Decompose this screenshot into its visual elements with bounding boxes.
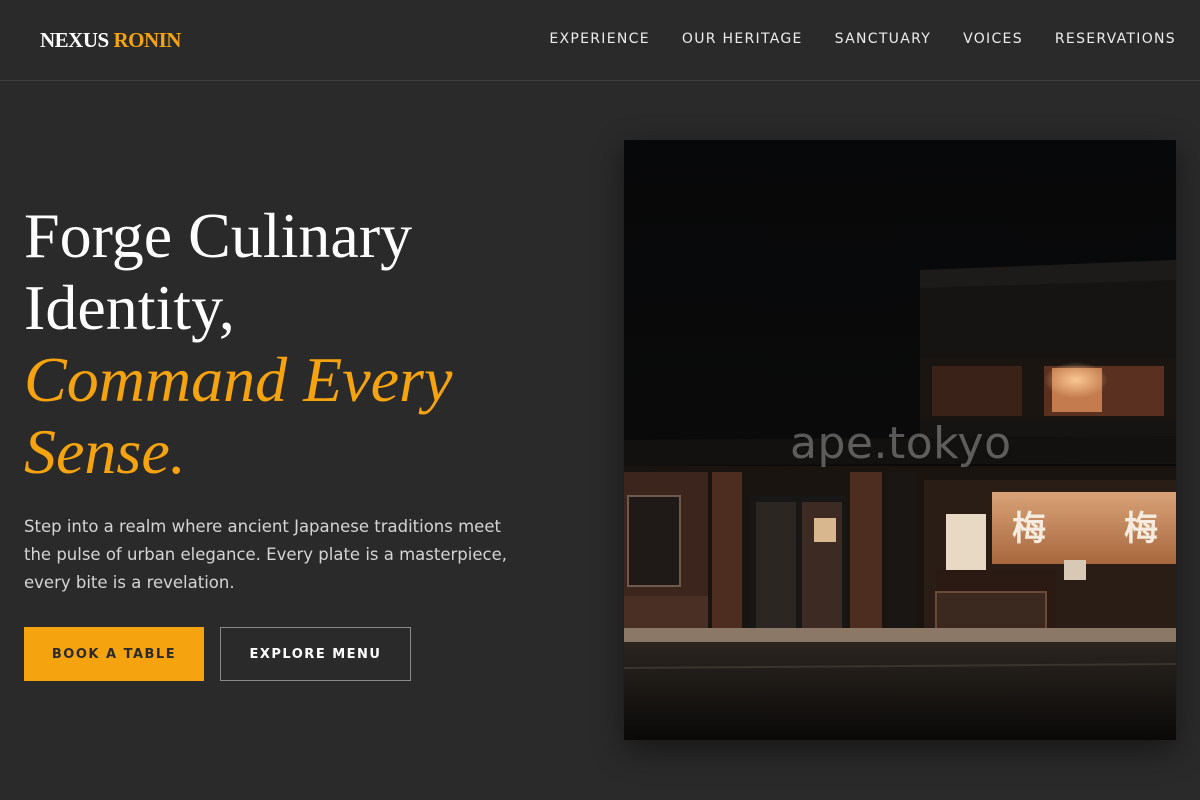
hero-title-line-1: Forge Culinary	[24, 200, 413, 271]
svg-text:梅: 梅	[1012, 509, 1046, 549]
hero-description: Step into a realm where ancient Japanese…	[24, 517, 507, 592]
svg-text:梅: 梅	[1124, 509, 1158, 549]
photo-watermark: ape.tokyo	[790, 418, 1012, 469]
book-table-button[interactable]: BOOK A TABLE	[24, 627, 204, 681]
nav-link-our-heritage[interactable]: OUR HERITAGE	[682, 31, 803, 47]
brand-word-nexus: NEXUS	[40, 28, 109, 52]
top-navigation: NEXUS RONIN EXPERIENCE OUR HERITAGE SANC…	[0, 0, 1200, 81]
brand-word-ronin: RONIN	[113, 28, 181, 52]
brand-logo[interactable]: NEXUS RONIN	[40, 28, 181, 53]
hero-accent-line-1: Command Every	[24, 344, 453, 415]
nav-link-sanctuary[interactable]: SANCTUARY	[835, 31, 931, 47]
explore-menu-button[interactable]: EXPLORE MENU	[220, 627, 411, 681]
nav-link-experience[interactable]: EXPERIENCE	[549, 31, 650, 47]
nav-link-voices[interactable]: VOICES	[963, 31, 1023, 47]
hero-title-line-2: Identity,	[24, 272, 235, 343]
hero-accent-line-2: Sense.	[24, 416, 186, 487]
nav-link-reservations[interactable]: RESERVATIONS	[1055, 31, 1176, 47]
nav-links: EXPERIENCE OUR HERITAGE SANCTUARY VOICES…	[549, 31, 1176, 47]
hero-title: Forge Culinary Identity, Command Every S…	[24, 200, 564, 488]
restaurant-photo: 梅 梅 ape.tokyo	[624, 140, 1176, 740]
